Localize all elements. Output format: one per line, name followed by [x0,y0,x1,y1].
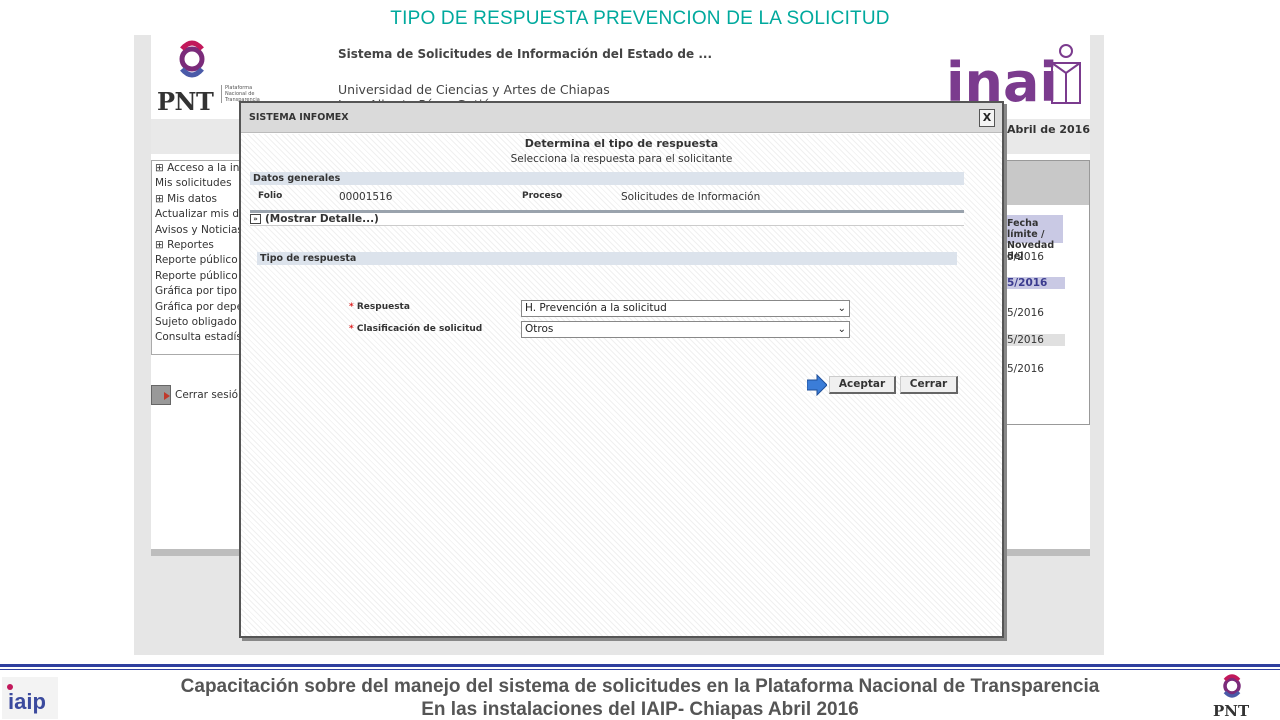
slide-title: TIPO DE RESPUESTA PREVENCION DE LA SOLIC… [390,8,890,29]
required-marker: * [349,302,354,312]
general-data-section: Datos generales [250,172,964,185]
table-header-bar [997,161,1089,205]
pnt-logo-text: PNT [157,87,214,116]
dialog-body: Determina el tipo de respuesta Seleccion… [241,134,1002,636]
dialog-subheading: Selecciona la respuesta para el solicita… [510,153,733,165]
footer-course-title: Capacitación sobre del manejo del sistem… [180,676,1100,697]
side-item-public-report-1[interactable]: Reporte público [152,253,250,268]
side-item-access[interactable]: ⊞ Acceso a la información [152,161,250,176]
table-column-header[interactable]: Fecha límite / Novedad del [1005,215,1063,262]
side-item-public-report-2[interactable]: Reporte público [152,269,250,284]
folio-label: Folio [258,191,283,201]
logout-link[interactable]: Cerrar sesión [151,385,245,405]
response-type-section: Tipo de respuesta [257,252,957,265]
side-item-chart-by-dependency[interactable]: Gráfica por dependencia [152,300,250,315]
response-label-wrap: * Respuesta [349,302,410,312]
side-item-my-data[interactable]: ⊞ Mis datos [152,192,250,207]
process-value: Solicitudes de Información [621,191,761,203]
close-dialog-button[interactable]: Cerrar [900,376,958,394]
footer-rule-thin [0,669,1280,670]
side-item-statistics[interactable]: Consulta estadística [152,330,250,345]
process-label: Proceso [522,191,563,201]
side-item-chart-by-type[interactable]: Gráfica por tipo [152,284,250,299]
app-title: Sistema de Solicitudes de Información de… [338,47,713,61]
table-cell: 5/2016 [1007,334,1065,346]
arrow-right-icon [807,374,827,396]
organization-name: Universidad de Ciencias y Artes de Chiap… [338,82,610,97]
response-selected-value: H. Prevención a la solicitud [525,302,667,314]
side-menu: ⊞ Acceso a la información Mis solicitude… [151,160,251,355]
close-button[interactable]: X [979,109,995,127]
logout-icon [151,385,171,405]
accept-button[interactable]: Aceptar [829,376,896,394]
folio-value: 00001516 [339,191,393,203]
infomex-dialog: SISTEMA INFOMEX X Determina el tipo de r… [239,101,1004,638]
side-item-obligated-subject[interactable]: Sujeto obligado [152,315,250,330]
chevron-down-icon: ⌄ [837,303,846,314]
classification-label: Clasificación de solicitud [356,324,483,334]
footer-rule [0,664,1280,667]
svg-text:PNT: PNT [1213,702,1250,720]
expand-icon: » [250,214,261,224]
table-cell: 5/2016 [1007,251,1044,263]
chevron-down-icon: ⌄ [837,324,846,335]
table-cell[interactable]: 5/2016 [1007,277,1065,289]
classification-label-wrap: * Clasificación de solicitud [349,324,482,334]
table-cell: 5/2016 [1007,307,1044,319]
show-detail-label: (Mostrar Detalle...) [265,213,379,225]
side-item-reports[interactable]: ⊞ Reportes [152,238,250,253]
response-select[interactable]: H. Prevención a la solicitud ⌄ [521,300,850,317]
dialog-heading: Determina el tipo de respuesta [524,137,719,150]
required-marker: * [349,324,354,334]
classification-selected-value: Otros [525,323,554,335]
pnt-footer-logo: PNT [1213,674,1250,720]
requests-table: Fecha límite / Novedad del 5/2016 5/2016… [996,160,1090,425]
table-cell: 5/2016 [1007,363,1044,375]
dialog-header: SISTEMA INFOMEX X [241,103,1002,133]
classification-select[interactable]: Otros ⌄ [521,321,850,338]
show-detail-toggle[interactable]: » (Mostrar Detalle...) [250,210,964,226]
dialog-title: SISTEMA INFOMEX [249,112,349,123]
side-item-my-requests[interactable]: Mis solicitudes [152,176,250,191]
response-label: Respuesta [356,302,410,312]
side-item-update-data[interactable]: Actualizar mis datos [152,207,250,222]
side-item-notices[interactable]: Avisos y Noticias [152,223,250,238]
footer-location-date: En las instalaciones del IAIP- Chiapas A… [421,699,859,720]
logout-label: Cerrar sesión [175,389,245,401]
